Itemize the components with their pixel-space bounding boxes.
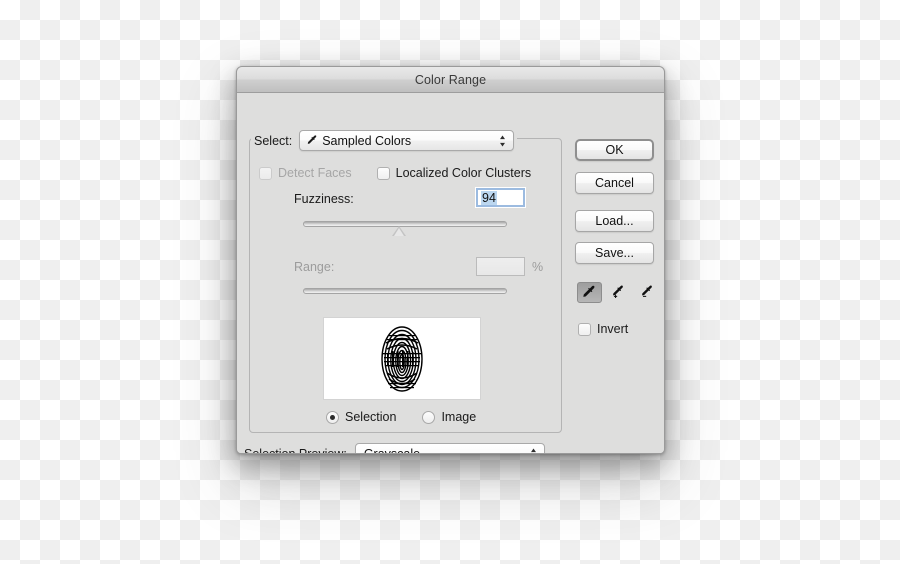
- localized-color-clusters-checkbox[interactable]: Localized Color Clusters: [376, 166, 532, 180]
- invert-box[interactable]: [578, 322, 591, 336]
- localized-box[interactable]: [376, 166, 390, 180]
- radio-selection-label: Selection: [345, 410, 397, 424]
- load-button[interactable]: Load...: [575, 210, 654, 232]
- ok-button-label: OK: [605, 143, 624, 157]
- range-slider: [303, 288, 507, 294]
- select-dropdown[interactable]: Sampled Colors: [299, 130, 515, 151]
- preview-mode-radios: Selection Image: [326, 410, 476, 424]
- detect-faces-box: [259, 166, 272, 180]
- fuzziness-slider[interactable]: [303, 221, 507, 236]
- radio-image-dot[interactable]: [422, 410, 436, 424]
- fuzziness-slider-thumb[interactable]: [392, 226, 406, 236]
- fingerprint-image: [372, 322, 432, 395]
- eyedropper-icon: [583, 285, 595, 297]
- radio-image[interactable]: Image: [422, 410, 476, 424]
- invert-label: Invert: [597, 322, 629, 336]
- checkbox-row: Detect Faces Localized Color Clusters: [259, 166, 531, 180]
- cancel-button[interactable]: Cancel: [575, 172, 654, 194]
- range-percent-label: %: [532, 260, 544, 274]
- selection-preview-dropdown[interactable]: Grayscale: [354, 443, 545, 454]
- range-label: Range:: [294, 260, 335, 274]
- invert-checkbox[interactable]: Invert: [578, 322, 628, 336]
- selection-preview-row: Selection Preview: Grayscale: [244, 443, 545, 454]
- eyedropper-minus-icon: [642, 285, 652, 297]
- eyedropper-add-tool[interactable]: [606, 282, 631, 303]
- preview-thumbnail[interactable]: [323, 317, 481, 400]
- dialog-title: Color Range: [414, 72, 487, 87]
- eyedropper-plus-icon: [613, 285, 623, 298]
- radio-selection-dot[interactable]: [326, 410, 339, 424]
- save-button-label: Save...: [595, 246, 634, 260]
- eyedropper-toolbar: [577, 282, 664, 303]
- load-button-label: Load...: [595, 214, 634, 228]
- color-range-dialog: Color Range Select: Sampled Colors Detec…: [236, 66, 665, 454]
- range-slider-track: [303, 288, 507, 294]
- chevron-updown-icon: [500, 135, 506, 146]
- eyedropper-tool[interactable]: [577, 282, 602, 303]
- cancel-button-label: Cancel: [595, 176, 634, 190]
- eyedropper-icon: [308, 135, 317, 144]
- detect-faces-label: Detect Faces: [278, 166, 352, 180]
- select-row: Select: Sampled Colors: [251, 130, 518, 151]
- detect-faces-checkbox: Detect Faces: [259, 166, 352, 180]
- fuzziness-value: 94: [481, 190, 497, 205]
- radio-selection[interactable]: Selection: [326, 410, 396, 424]
- dialog-body: Select: Sampled Colors Detect Faces Loca…: [237, 93, 664, 454]
- select-value: Sampled Colors: [322, 133, 412, 148]
- selection-preview-value: Grayscale: [363, 446, 421, 454]
- dialog-titlebar[interactable]: Color Range: [237, 67, 664, 93]
- select-label: Select:: [254, 133, 293, 148]
- ok-button[interactable]: OK: [575, 139, 654, 161]
- eyedropper-subtract-tool[interactable]: [635, 282, 660, 303]
- save-button[interactable]: Save...: [575, 242, 654, 264]
- selection-preview-label: Selection Preview:: [244, 446, 347, 454]
- localized-label: Localized Color Clusters: [395, 166, 532, 180]
- fuzziness-input[interactable]: 94: [475, 187, 526, 208]
- fuzziness-label: Fuzziness:: [294, 192, 354, 206]
- range-input: [476, 257, 525, 276]
- chevron-updown-icon: [530, 448, 536, 452]
- radio-image-label: Image: [441, 410, 477, 424]
